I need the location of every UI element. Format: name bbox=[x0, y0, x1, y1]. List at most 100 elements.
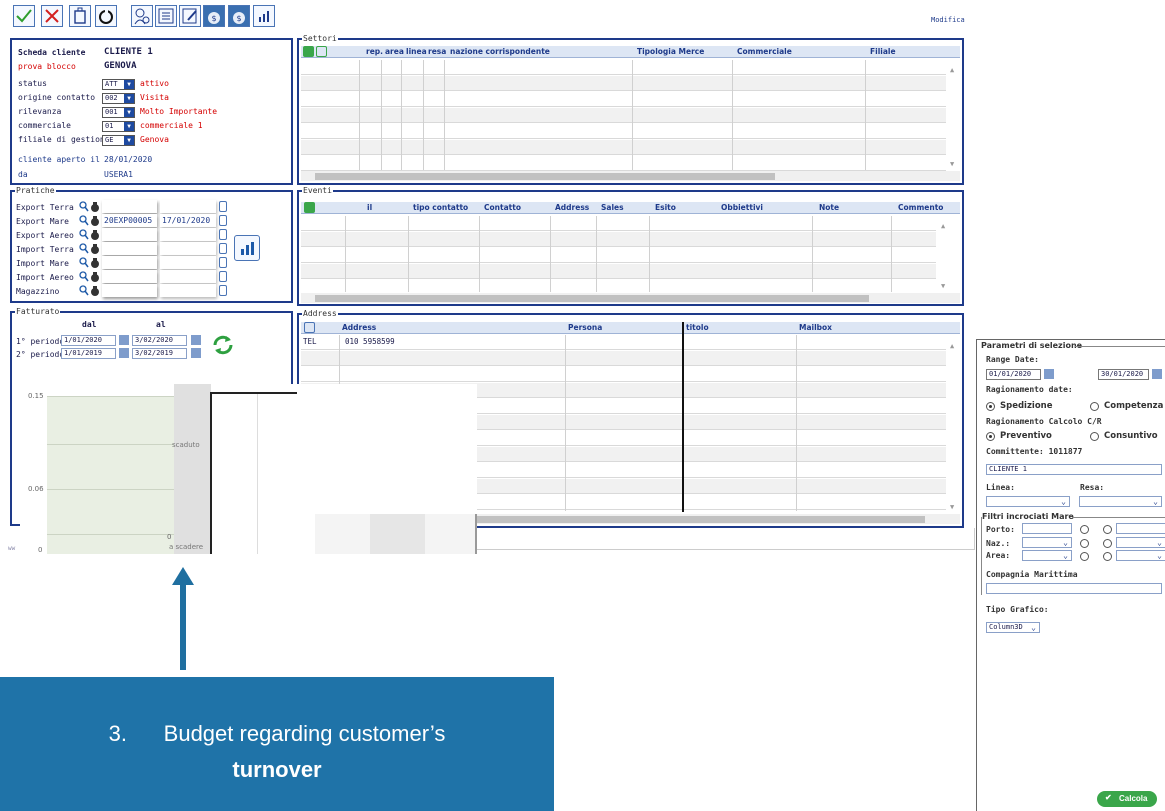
table-row[interactable] bbox=[301, 232, 936, 247]
search-icon[interactable] bbox=[79, 229, 89, 240]
table-row[interactable] bbox=[301, 140, 946, 155]
pratica-number[interactable] bbox=[102, 242, 157, 255]
pratica-checkbox[interactable] bbox=[219, 215, 227, 226]
horizontal-scrollbar[interactable] bbox=[301, 171, 960, 181]
chart-icon[interactable] bbox=[234, 235, 260, 261]
resa-select[interactable]: ⌄ bbox=[1079, 496, 1162, 507]
table-row[interactable]: TEL 010 5958599 bbox=[301, 335, 946, 350]
pratica-date[interactable] bbox=[160, 284, 216, 297]
table-row[interactable] bbox=[301, 156, 946, 171]
periodo2-al-input[interactable]: 3/02/2019 bbox=[132, 348, 187, 359]
user-search-icon[interactable] bbox=[131, 5, 153, 27]
money-bag-icon[interactable]: $ bbox=[228, 5, 250, 27]
pratica-checkbox[interactable] bbox=[219, 285, 227, 296]
area-select[interactable]: ⌄ bbox=[1022, 550, 1072, 561]
money-bag-icon[interactable]: $ bbox=[203, 5, 225, 27]
filter-icon[interactable] bbox=[316, 46, 327, 57]
pratica-date[interactable] bbox=[160, 242, 216, 255]
porto-input[interactable] bbox=[1022, 523, 1072, 534]
porto-radio-2[interactable] bbox=[1103, 525, 1112, 534]
area-select-2[interactable]: ⌄ bbox=[1116, 550, 1165, 561]
table-row[interactable] bbox=[301, 108, 946, 123]
table-row[interactable] bbox=[301, 248, 936, 263]
search-icon[interactable] bbox=[79, 243, 89, 254]
add-icon[interactable] bbox=[304, 202, 315, 213]
commerciale-select[interactable]: 01 ▼ bbox=[102, 121, 135, 132]
area-radio-2[interactable] bbox=[1103, 552, 1112, 561]
pratica-checkbox[interactable] bbox=[219, 229, 227, 240]
pratica-date[interactable] bbox=[160, 256, 216, 269]
search-icon[interactable] bbox=[79, 215, 89, 226]
chart-icon[interactable] bbox=[253, 5, 275, 27]
money-bag-icon[interactable] bbox=[90, 243, 100, 254]
money-bag-icon[interactable] bbox=[90, 215, 100, 226]
pratica-number[interactable] bbox=[102, 200, 157, 213]
calendar-icon[interactable] bbox=[1044, 369, 1054, 379]
table-row[interactable] bbox=[301, 351, 946, 366]
naz-radio-2[interactable] bbox=[1103, 539, 1112, 548]
refresh-icon[interactable] bbox=[95, 5, 117, 27]
pratica-date[interactable] bbox=[160, 200, 216, 213]
calcola-button[interactable]: ✔ Calcola bbox=[1097, 791, 1157, 807]
refresh-icon[interactable] bbox=[211, 333, 235, 357]
search-icon[interactable] bbox=[79, 257, 89, 268]
add-icon[interactable] bbox=[303, 46, 314, 57]
table-row[interactable] bbox=[301, 76, 946, 91]
address-book-icon[interactable] bbox=[304, 322, 315, 333]
filiale-select[interactable]: GE ▼ bbox=[102, 135, 135, 146]
rilevanza-select[interactable]: 001 ▼ bbox=[102, 107, 135, 118]
pratica-checkbox[interactable] bbox=[219, 243, 227, 254]
money-bag-icon[interactable] bbox=[90, 257, 100, 268]
table-row[interactable] bbox=[301, 92, 946, 107]
competenza-radio[interactable] bbox=[1090, 402, 1099, 411]
money-bag-icon[interactable] bbox=[90, 201, 100, 212]
pratica-checkbox[interactable] bbox=[219, 257, 227, 268]
area-radio[interactable] bbox=[1080, 552, 1089, 561]
naz-radio[interactable] bbox=[1080, 539, 1089, 548]
money-bag-icon[interactable] bbox=[90, 285, 100, 296]
scrollbar-thumb[interactable] bbox=[315, 173, 775, 180]
status-select[interactable]: ATT ▼ bbox=[102, 79, 135, 90]
table-row[interactable] bbox=[301, 216, 936, 231]
money-bag-icon[interactable] bbox=[90, 271, 100, 282]
porto-input-2[interactable] bbox=[1116, 523, 1165, 534]
confirm-icon[interactable] bbox=[13, 5, 35, 27]
pratica-number[interactable]: 20EXP00005 bbox=[102, 214, 157, 227]
delete-icon[interactable] bbox=[69, 5, 91, 27]
edit-icon[interactable] bbox=[179, 5, 201, 27]
table-row[interactable] bbox=[301, 124, 946, 139]
periodo2-dal-input[interactable]: 1/01/2019 bbox=[61, 348, 116, 359]
calendar-icon[interactable] bbox=[191, 348, 201, 358]
pratica-number[interactable] bbox=[102, 284, 157, 297]
pratica-number[interactable] bbox=[102, 256, 157, 269]
tipo-grafico-select[interactable]: Column3D ⌄ bbox=[986, 622, 1040, 633]
scroll-down-icon[interactable]: ▼ bbox=[950, 160, 954, 168]
pratica-number[interactable] bbox=[102, 270, 157, 283]
date-from-input[interactable]: 01/01/2020 bbox=[986, 369, 1041, 380]
linea-select[interactable]: ⌄ bbox=[986, 496, 1070, 507]
pratica-number[interactable] bbox=[102, 228, 157, 241]
cliente-input[interactable]: CLIENTE 1 bbox=[986, 464, 1162, 475]
calendar-icon[interactable] bbox=[119, 348, 129, 358]
pratica-checkbox[interactable] bbox=[219, 201, 227, 212]
horizontal-scrollbar[interactable] bbox=[301, 293, 960, 303]
compagnia-input[interactable] bbox=[986, 583, 1162, 594]
cancel-icon[interactable] bbox=[41, 5, 63, 27]
preventivo-radio[interactable] bbox=[986, 432, 995, 441]
calendar-icon[interactable] bbox=[191, 335, 201, 345]
scroll-down-icon[interactable]: ▼ bbox=[950, 503, 954, 511]
naz-select[interactable]: ⌄ bbox=[1022, 537, 1072, 548]
search-icon[interactable] bbox=[79, 271, 89, 282]
table-row[interactable] bbox=[301, 60, 946, 75]
scroll-up-icon[interactable]: ▲ bbox=[941, 222, 945, 230]
scrollbar-thumb[interactable] bbox=[315, 295, 869, 302]
search-icon[interactable] bbox=[79, 285, 89, 296]
list-icon[interactable] bbox=[155, 5, 177, 27]
pratica-checkbox[interactable] bbox=[219, 271, 227, 282]
money-bag-icon[interactable] bbox=[90, 229, 100, 240]
table-row[interactable] bbox=[301, 264, 936, 279]
pratica-date[interactable] bbox=[160, 228, 216, 241]
scroll-up-icon[interactable]: ▲ bbox=[950, 342, 954, 350]
pratica-date[interactable] bbox=[160, 270, 216, 283]
consuntivo-radio[interactable] bbox=[1090, 432, 1099, 441]
